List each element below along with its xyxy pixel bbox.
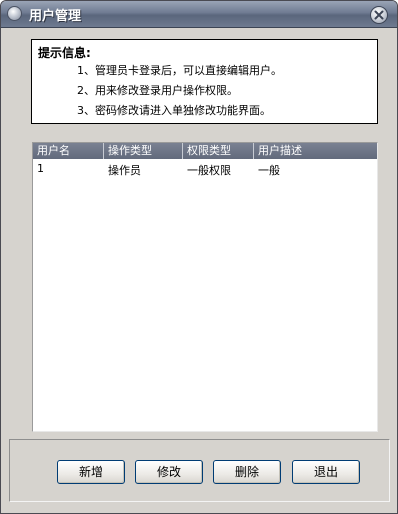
column-header-user-description[interactable]: 用户描述 (254, 143, 372, 159)
info-line-3: 3、密码修改请进入单独修改功能界面。 (77, 104, 271, 117)
table-row[interactable]: 1 操作员 一般权限 一般 (33, 161, 377, 178)
edit-button[interactable]: 修改 (135, 460, 203, 484)
info-title: 提示信息: (38, 46, 91, 60)
add-button[interactable]: 新增 (57, 460, 125, 484)
user-table[interactable]: 用户名 操作类型 权限类型 用户描述 1 操作员 一般权限 一般 (32, 142, 378, 432)
close-icon (374, 10, 384, 20)
info-panel: 提示信息: 1、管理员卡登录后，可以直接编辑用户。 2、用来修改登录用户操作权限… (31, 39, 378, 124)
column-header-username[interactable]: 用户名 (33, 143, 104, 159)
cell-permission-type: 一般权限 (187, 164, 231, 177)
column-header-operation-type[interactable]: 操作类型 (104, 143, 183, 159)
info-line-1: 1、管理员卡登录后，可以直接编辑用户。 (77, 64, 282, 77)
cell-username: 1 (37, 162, 44, 175)
user-management-window: 用户管理 提示信息: 1、管理员卡登录后，可以直接编辑用户。 2、用来修改登录用… (0, 0, 398, 514)
column-header-permission-type[interactable]: 权限类型 (183, 143, 254, 159)
app-icon (7, 6, 22, 21)
table-header: 用户名 操作类型 权限类型 用户描述 (33, 143, 377, 159)
delete-button[interactable]: 删除 (213, 460, 281, 484)
exit-button[interactable]: 退出 (292, 460, 360, 484)
cell-user-description: 一般 (258, 164, 280, 177)
window-title: 用户管理 (29, 9, 82, 24)
cell-operation-type: 操作员 (108, 164, 141, 177)
button-panel: 新增 修改 删除 退出 (9, 439, 390, 502)
info-line-2: 2、用来修改登录用户操作权限。 (77, 84, 238, 97)
title-bar[interactable]: 用户管理 (1, 1, 397, 28)
close-button[interactable] (370, 6, 388, 24)
